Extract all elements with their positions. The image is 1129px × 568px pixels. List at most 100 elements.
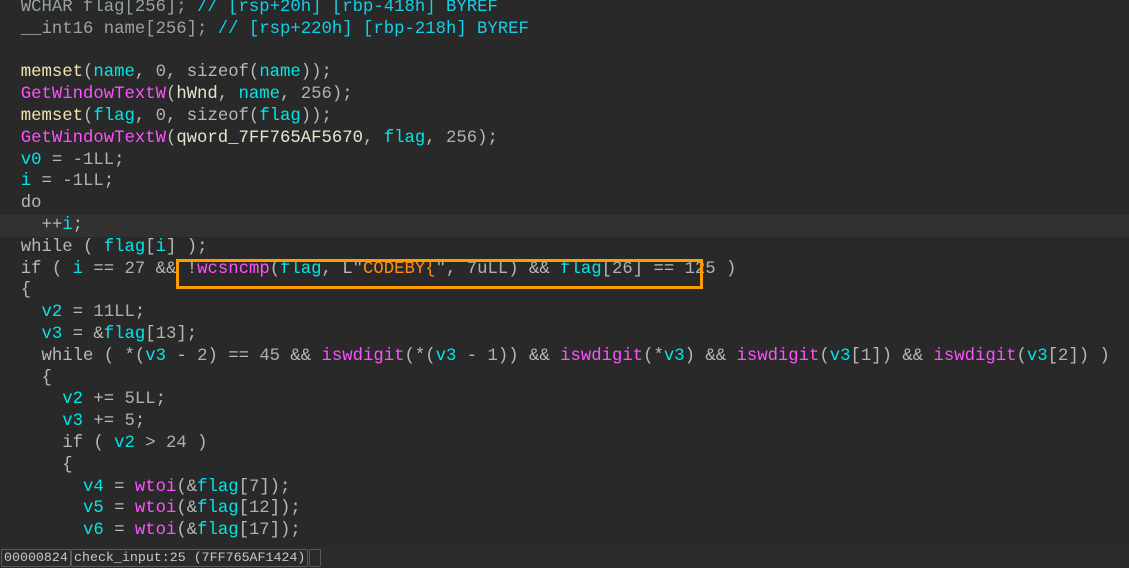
code-token[interactable]: flag xyxy=(197,521,238,540)
code-token[interactable]: v3 xyxy=(436,347,457,366)
code-token[interactable]: ( xyxy=(83,107,93,126)
code-token[interactable]: [ xyxy=(239,478,249,497)
code-token[interactable]: ; xyxy=(135,412,145,431)
code-token[interactable]: ) == xyxy=(207,347,259,366)
code-token[interactable]: [ xyxy=(851,347,861,366)
code-token[interactable]: , xyxy=(135,107,156,126)
code-line[interactable]: i = -1LL; xyxy=(0,171,1129,193)
code-token[interactable]: v3 xyxy=(664,347,685,366)
code-token[interactable] xyxy=(0,194,21,213)
code-token[interactable]: name xyxy=(239,85,280,104)
code-token[interactable]: v6 xyxy=(83,521,104,540)
code-token[interactable]: [ xyxy=(1048,347,1058,366)
code-token[interactable] xyxy=(0,412,62,431)
code-token[interactable]: { xyxy=(0,369,51,388)
code-token[interactable]: flag xyxy=(197,478,238,497)
code-token[interactable]: - xyxy=(456,347,487,366)
code-token[interactable]: flag xyxy=(104,325,145,344)
code-token[interactable]: { xyxy=(0,281,31,300)
code-token[interactable]: = xyxy=(104,521,135,540)
code-token[interactable]: flag xyxy=(104,238,145,257)
code-line[interactable]: while ( *(v3 - 2) == 45 && iswdigit(*(v3… xyxy=(0,346,1129,368)
code-token[interactable]: i xyxy=(73,260,83,279)
code-token[interactable]: ) xyxy=(187,434,207,453)
code-token[interactable]: += xyxy=(83,412,124,431)
code-token[interactable]: v2 xyxy=(41,303,62,322)
code-token[interactable]: (& xyxy=(176,521,197,540)
code-token[interactable]: ] ); xyxy=(166,238,207,257)
code-token[interactable]: 24 xyxy=(166,434,187,453)
code-token[interactable]: = xyxy=(104,499,135,518)
code-token[interactable]: (* xyxy=(643,347,664,366)
code-line[interactable]: memset(name, 0, sizeof(name)); xyxy=(0,62,1129,84)
code-token[interactable]: 12 xyxy=(249,499,270,518)
code-token[interactable]: ( xyxy=(83,434,114,453)
code-token[interactable]: ]); xyxy=(259,478,290,497)
code-token[interactable]: WCHAR flag[256]; xyxy=(21,0,197,17)
code-token[interactable]: flag xyxy=(259,107,300,126)
code-token[interactable]: v2 xyxy=(114,434,135,453)
code-token[interactable]: do xyxy=(21,194,42,213)
code-line[interactable]: v2 = 11LL; xyxy=(0,302,1129,324)
code-token[interactable] xyxy=(0,347,41,366)
code-token[interactable]: iswdigit xyxy=(934,347,1017,366)
code-token[interactable]: ( xyxy=(166,129,176,148)
code-token[interactable]: == xyxy=(83,260,124,279)
code-token[interactable]: if xyxy=(21,260,42,279)
code-line[interactable]: v6 = wtoi(&flag[17]); xyxy=(0,520,1129,542)
code-line[interactable]: if ( v2 > 24 ) xyxy=(0,433,1129,455)
code-token[interactable]: ( xyxy=(73,238,104,257)
code-token[interactable]: 11LL xyxy=(93,303,134,322)
code-token[interactable]: 13 xyxy=(156,325,177,344)
code-token[interactable]: ( xyxy=(819,347,829,366)
code-line[interactable]: GetWindowTextW(hWnd, name, 256); xyxy=(0,84,1129,106)
code-token[interactable]: 2 xyxy=(1058,347,1068,366)
code-token[interactable]: name xyxy=(93,63,134,82)
code-token[interactable]: qword_7FF765AF5670 xyxy=(176,129,363,148)
code-token[interactable]: = xyxy=(104,478,135,497)
code-token[interactable]: ; xyxy=(104,172,114,191)
code-token[interactable]: ; xyxy=(114,151,124,170)
code-token[interactable]: v3 xyxy=(830,347,851,366)
code-token[interactable]: 256 xyxy=(446,129,477,148)
code-token[interactable]: wtoi xyxy=(135,499,176,518)
code-token[interactable]: v2 xyxy=(62,390,83,409)
code-token[interactable]: ]); xyxy=(270,521,301,540)
code-token[interactable]: i xyxy=(156,238,166,257)
code-token[interactable]: 256 xyxy=(301,85,332,104)
code-token[interactable]: i xyxy=(21,172,31,191)
code-token[interactable]: 2 xyxy=(197,347,207,366)
code-line[interactable]: __int16 name[256]; // [rsp+220h] [rbp-21… xyxy=(0,19,1129,41)
code-token[interactable]: 45 xyxy=(259,347,280,366)
code-token[interactable]: v3 xyxy=(145,347,166,366)
code-token[interactable]: = xyxy=(31,172,62,191)
code-token[interactable]: -1LL xyxy=(73,151,114,170)
code-token[interactable]: iswdigit xyxy=(322,347,405,366)
code-token[interactable]: flag xyxy=(384,129,425,148)
code-token[interactable] xyxy=(0,238,21,257)
code-token[interactable]: v3 xyxy=(1027,347,1048,366)
code-token[interactable]: wtoi xyxy=(135,478,176,497)
code-line[interactable]: while ( flag[i] ); xyxy=(0,237,1129,259)
code-token[interactable]: iswdigit xyxy=(560,347,643,366)
code-token[interactable] xyxy=(0,478,83,497)
code-line[interactable]: { xyxy=(0,455,1129,477)
code-token[interactable]: wtoi xyxy=(135,521,176,540)
code-token[interactable]: , xyxy=(363,129,384,148)
code-token[interactable]: )) && xyxy=(498,347,560,366)
code-token[interactable] xyxy=(0,85,21,104)
code-token[interactable]: iswdigit xyxy=(736,347,819,366)
code-token[interactable]: (*( xyxy=(405,347,436,366)
code-token[interactable] xyxy=(0,325,41,344)
code-token[interactable]: if xyxy=(62,434,83,453)
code-token[interactable]: flag xyxy=(197,499,238,518)
code-token[interactable]: > xyxy=(135,434,166,453)
code-token[interactable]: , xyxy=(280,85,301,104)
code-token[interactable]: GetWindowTextW xyxy=(21,85,166,104)
code-token[interactable]: 27 xyxy=(124,260,145,279)
code-token[interactable]: ); xyxy=(332,85,353,104)
code-token[interactable]: , sizeof( xyxy=(166,107,259,126)
code-token[interactable]: , sizeof( xyxy=(166,63,259,82)
code-token[interactable] xyxy=(0,20,21,39)
code-token[interactable]: ); xyxy=(477,129,498,148)
